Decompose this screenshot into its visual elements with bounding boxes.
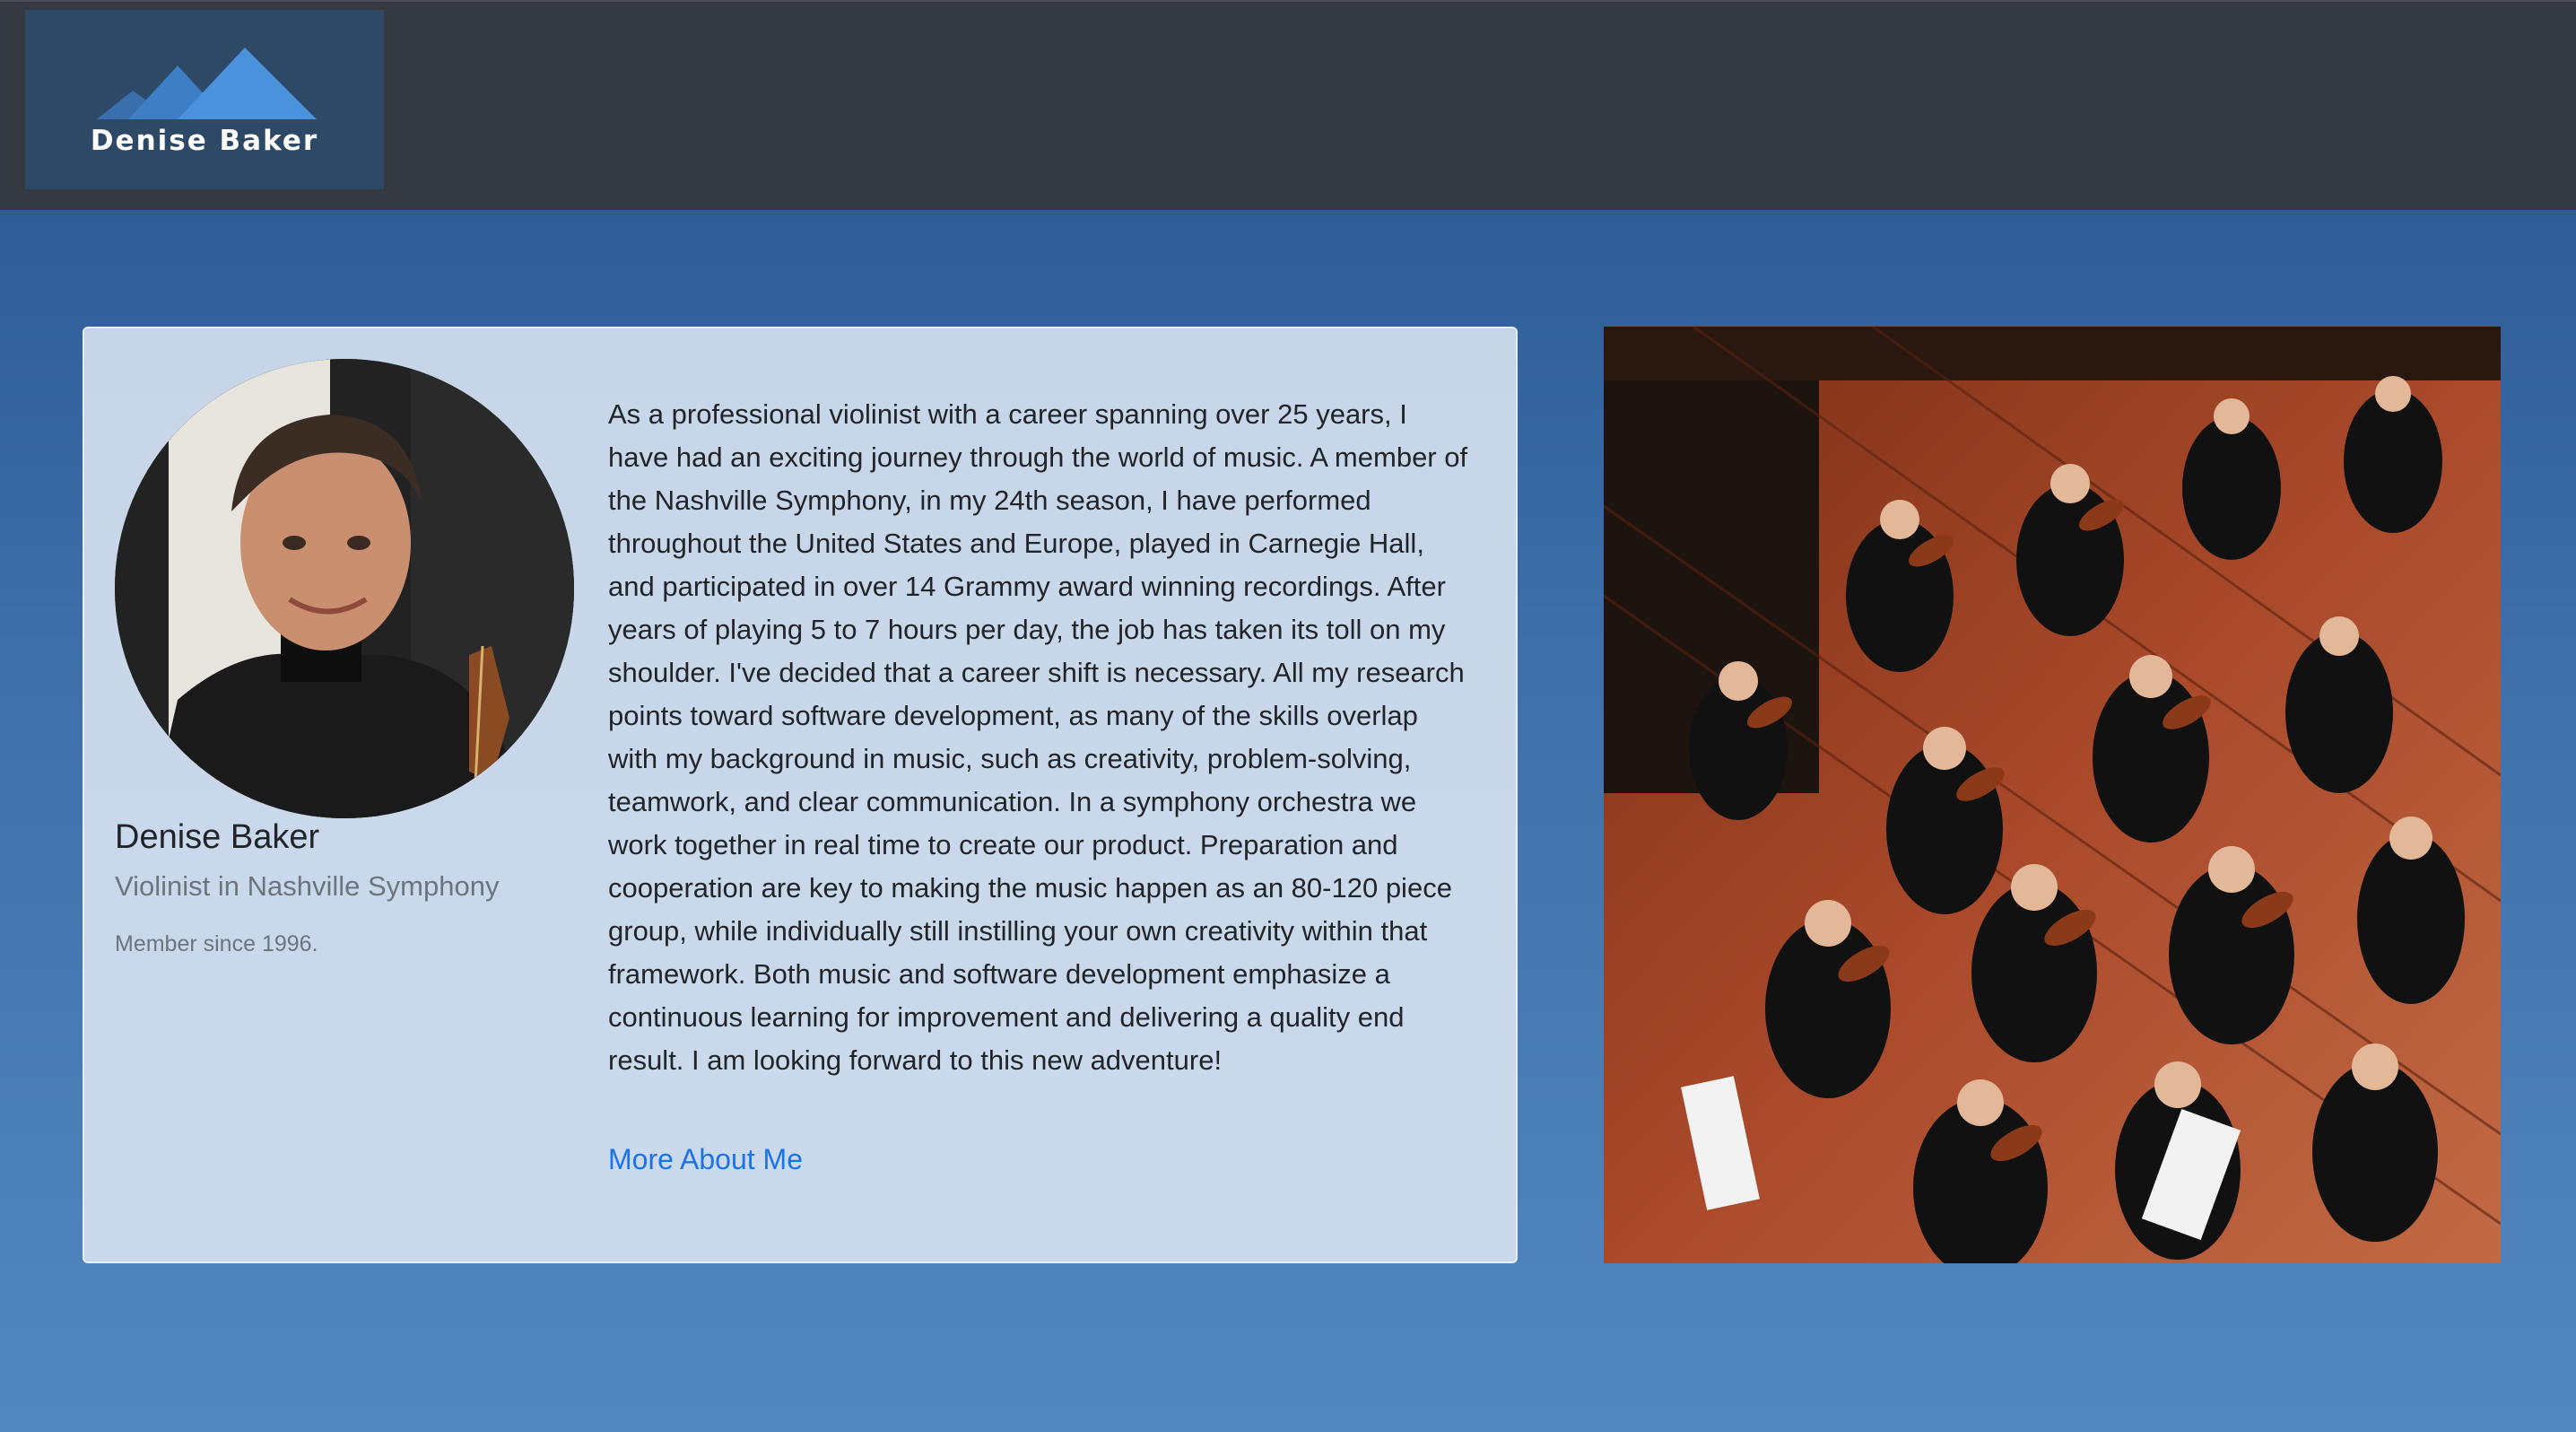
brand-name: Denise Baker xyxy=(90,125,319,157)
profile-name: Denise Baker xyxy=(115,818,320,856)
profile-avatar xyxy=(115,359,574,818)
orchestra-photo xyxy=(1604,327,2501,1263)
navbar: Denise Baker xyxy=(0,0,2576,210)
bio-paragraph: As a professional violinist with a caree… xyxy=(608,398,1468,1076)
orchestra-photo-icon xyxy=(1604,327,2501,1263)
more-about-me-link[interactable]: More About Me xyxy=(608,1143,803,1176)
member-since-text: Member since 1996. xyxy=(115,931,318,956)
profile-card: Denise Baker Violinist in Nashville Symp… xyxy=(83,327,1518,1263)
portrait-photo-icon xyxy=(115,359,574,818)
mountain-logo-icon xyxy=(97,48,317,119)
brand-logo-link[interactable]: Denise Baker xyxy=(25,10,384,189)
profile-role: Violinist in Nashville Symphony xyxy=(115,870,500,902)
